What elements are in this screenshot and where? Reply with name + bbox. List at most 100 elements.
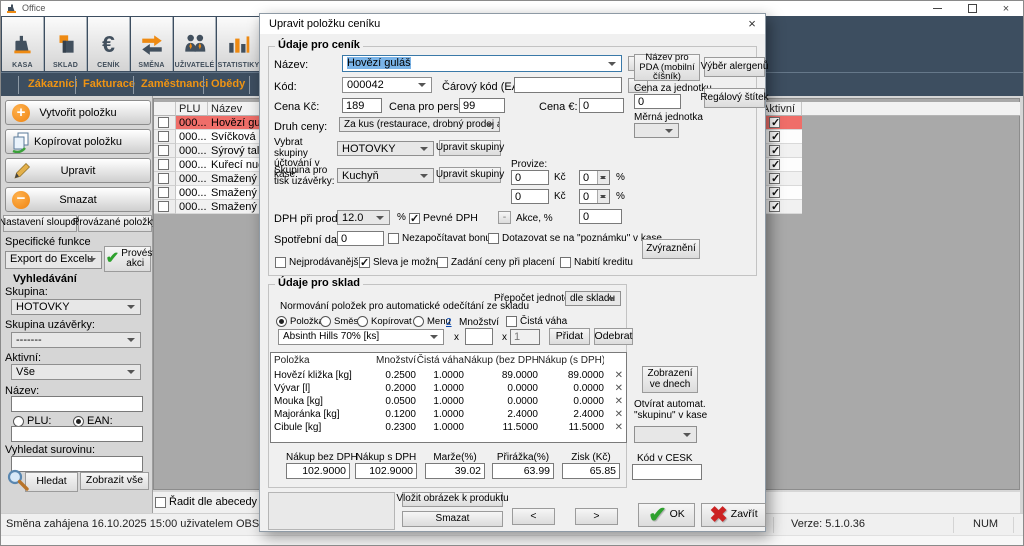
dlg-price-on-pay-checkbox[interactable]: Zadání ceny při placení (437, 257, 555, 268)
dlg-discount-checkbox[interactable]: Sleva je možná (359, 257, 441, 268)
ingredient-row[interactable]: Mouka [kg]0.05001.00000.00000.0000✕ (271, 395, 626, 408)
dlg-price-type-select[interactable]: Za kus (restaurace, drobný prodej atd.) (339, 117, 500, 132)
delete-row-icon[interactable]: ✕ (604, 408, 623, 421)
dlg-eur-price-input[interactable]: 0 (579, 98, 624, 113)
dlg-unit-select[interactable] (634, 123, 679, 138)
dlg-shelf-label-button[interactable]: Regálový štítek (704, 88, 765, 108)
dlg-commission-pct1-spinner[interactable]: 0 (579, 170, 610, 185)
column-settings-button[interactable]: Nastavení sloupců (3, 215, 77, 232)
delete-row-icon[interactable]: ✕ (604, 395, 623, 408)
dlg-commission-kc1-input[interactable]: 0 (511, 170, 549, 185)
delete-row-icon[interactable]: ✕ (604, 369, 623, 382)
dlg-insert-image-button[interactable]: Vložit obrázek k produktu (402, 492, 503, 507)
dlg-auto-group-select[interactable] (634, 426, 697, 443)
header-plu[interactable]: PLU (176, 102, 208, 116)
row-checkbox[interactable] (154, 130, 176, 144)
dlg-remove-button[interactable]: Odebrat (594, 328, 633, 345)
dlg-close-button[interactable]: ✖ Zavřít (701, 503, 766, 527)
active-filter-select[interactable]: Vše (11, 364, 141, 380)
toolbar-button-statistiky[interactable]: STATISTIKY (217, 17, 261, 71)
dlg-price-input[interactable]: 189 (342, 98, 382, 113)
dlg-ean-input[interactable] (514, 77, 622, 93)
dlg-ask-note-checkbox[interactable]: Dotazovat se na "poznámku" v kase (488, 233, 662, 244)
dlg-commission-pct2-spinner[interactable]: 0 (579, 189, 610, 204)
dlg-prev-button[interactable]: < (512, 508, 555, 525)
row-checkbox[interactable] (154, 200, 176, 214)
dialog-close-icon[interactable]: × (743, 15, 761, 32)
dlg-print-group-select[interactable]: Kuchyň (337, 168, 434, 183)
dlg-allergens-button[interactable]: Výběr alergenů (704, 57, 765, 77)
name-filter-input[interactable] (11, 396, 143, 412)
tab-obedy[interactable]: Obědy (211, 78, 245, 90)
product-image-placeholder[interactable] (268, 492, 395, 530)
close-button[interactable]: × (993, 1, 1019, 16)
dlg-name-combobox[interactable]: Hovězí guláš (342, 55, 622, 72)
dlg-code-combobox[interactable]: 000042 (342, 77, 432, 93)
dlg-cesk-input[interactable] (632, 464, 702, 480)
dlg-edit-sale-groups-button[interactable]: Upravit skupiny (439, 140, 501, 156)
delete-row-icon[interactable]: ✕ (604, 421, 623, 434)
plu-ean-input[interactable] (11, 426, 143, 442)
run-action-button[interactable]: ✔ Provést akci (104, 246, 151, 272)
row-checkbox[interactable] (154, 172, 176, 186)
dlg-delete-image-button[interactable]: Smazat (402, 511, 503, 527)
dlg-ingredient-combobox[interactable]: Absinth Hills 70% [ks] (278, 329, 444, 345)
show-all-button[interactable]: Zobrazit vše (80, 472, 149, 490)
dlg-vat-select[interactable]: 12.0 (337, 210, 390, 225)
dlg-radio-mix[interactable]: Směsi (320, 316, 360, 327)
toolbar-button-smena[interactable]: SMĚNA (131, 17, 173, 71)
toolbar-button-uzivatele[interactable]: UŽIVATELÉ (174, 17, 216, 71)
dlg-radio-copy[interactable]: Kopírovat (357, 316, 412, 327)
specific-function-select[interactable]: Export do Excelu (5, 251, 102, 269)
dlg-edit-print-groups-button[interactable]: Upravit skupiny (439, 167, 501, 183)
ingredient-row[interactable]: Vývar [l]0.20001.00000.00000.0000✕ (271, 382, 626, 395)
dlg-commission-kc2-input[interactable]: 0 (511, 189, 549, 204)
row-checkbox[interactable] (154, 116, 176, 130)
maximize-button[interactable] (959, 1, 985, 16)
toolbar-button-cenik[interactable]: € CENÍK (88, 17, 130, 71)
closure-group-select[interactable]: ------- (11, 332, 141, 348)
row-checkbox[interactable] (154, 144, 176, 158)
dlg-sale-group-select[interactable]: HOTOVKY (337, 141, 434, 156)
delete-item-button[interactable]: − Smazat (5, 187, 151, 212)
dlg-menu-link[interactable]: 2 (446, 318, 452, 329)
dlg-promo-input[interactable]: 0 (579, 209, 622, 224)
dlg-minus-button[interactable]: - (498, 211, 511, 224)
toolbar-button-kasa[interactable]: KASA (2, 17, 44, 71)
minimize-button[interactable] (924, 1, 950, 16)
row-checkbox[interactable] (154, 158, 176, 172)
ingredient-row[interactable]: Cibule [kg]0.23001.000011.500011.5000✕ (271, 421, 626, 434)
tab-zamestnanci[interactable]: Zaměstnanci (141, 78, 208, 90)
create-item-button[interactable]: + Vytvořit položku (5, 100, 151, 125)
dlg-unit-price-input[interactable]: 0 (634, 94, 681, 109)
dlg-qty-input[interactable] (465, 328, 493, 345)
dlg-days-view-button[interactable]: Zobrazení ve dnech (642, 366, 698, 393)
linked-items-button[interactable]: Provázané položky (78, 215, 152, 232)
dlg-no-bonus-checkbox[interactable]: Nezapočítavat bonus (388, 233, 496, 244)
delete-row-icon[interactable]: ✕ (604, 382, 623, 395)
dlg-fixed-vat-checkbox[interactable]: Pevné DPH (409, 212, 478, 224)
toolbar-button-sklad[interactable]: SKLAD (45, 17, 87, 71)
dlg-recalc-select[interactable]: dle skladu (565, 291, 621, 306)
dlg-staff-price-input[interactable]: 99 (459, 98, 505, 113)
row-checkbox[interactable] (154, 186, 176, 200)
copy-item-button[interactable]: Kopírovat položku (5, 129, 151, 154)
dlg-add-button[interactable]: Přidat (549, 328, 590, 345)
dlg-excise-input[interactable]: 0 (337, 231, 384, 246)
ingredient-row[interactable]: Hovězí kližka [kg]0.25001.000089.000089.… (271, 369, 626, 382)
dlg-radio-item[interactable]: Položka (276, 316, 324, 327)
ingredient-row[interactable]: Majoránka [kg]0.12001.00002.40002.4000✕ (271, 408, 626, 421)
sort-alphabet-checkbox[interactable]: Řadit dle abecedy (155, 496, 257, 508)
dlg-ok-button[interactable]: ✔ OK (638, 503, 695, 527)
tab-fakturace[interactable]: Fakturace (83, 78, 135, 90)
tab-zakaznici[interactable]: Zákazníci (28, 78, 78, 90)
dlg-pda-name-button[interactable]: Název pro PDA (mobilní číšník) (634, 54, 700, 81)
edit-item-button[interactable]: Upravit (5, 158, 151, 183)
dlg-credit-checkbox[interactable]: Nabití kreditu (560, 257, 633, 268)
dlg-next-button[interactable]: > (575, 508, 618, 525)
dlg-best-seller-checkbox[interactable]: Nejprodávanější (275, 257, 361, 268)
dlg-highlight-button[interactable]: Zvýraznění (642, 239, 700, 259)
group-select[interactable]: HOTOVKY (11, 299, 141, 315)
dlg-net-weight-checkbox[interactable]: Čistá váha (506, 316, 567, 327)
search-button[interactable]: Hledat (25, 472, 78, 492)
